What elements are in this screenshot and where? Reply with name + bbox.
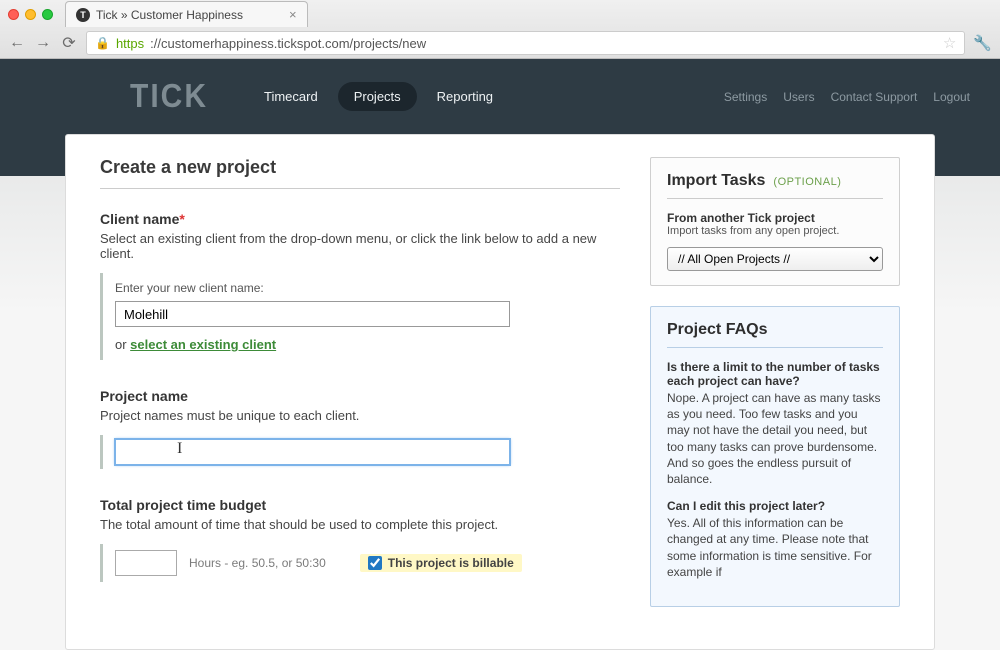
nav-settings[interactable]: Settings [724,90,767,104]
wrench-icon[interactable]: 🔧 [973,34,992,52]
faq-q1: Is there a limit to the number of tasks … [667,360,883,388]
minimize-window-icon[interactable] [25,9,36,20]
zoom-window-icon[interactable] [42,9,53,20]
budget-hint: Hours - eg. 50.5, or 50:30 [189,556,326,570]
faq-title: Project FAQs [667,321,883,348]
client-or-line: or select an existing client [115,337,620,352]
url-protocol: https [116,36,144,51]
url-path: ://customerhappiness.tickspot.com/projec… [150,36,426,51]
client-name-helper: Select an existing client from the drop-… [100,231,620,261]
import-tasks-title: Import Tasks [667,172,765,190]
browser-titlebar: T Tick » Customer Happiness × [0,0,1000,28]
main-nav: Timecard Projects Reporting [248,82,509,111]
forward-icon[interactable]: → [34,34,52,52]
project-name-label: Project name [100,388,620,404]
nav-reporting[interactable]: Reporting [421,82,509,111]
import-tasks-box: Import Tasks (OPTIONAL) From another Tic… [650,157,900,286]
faq-q2: Can I edit this project later? [667,499,883,513]
budget-helper: The total amount of time that should be … [100,517,620,532]
optional-badge: (OPTIONAL) [773,176,841,188]
select-existing-client-link[interactable]: select an existing client [130,337,276,352]
reload-icon[interactable]: ⟳ [60,33,78,53]
project-name-section: Project name Project names must be uniqu… [100,388,620,469]
import-project-select[interactable]: // All Open Projects // [667,247,883,271]
billable-group: This project is billable [360,554,522,572]
budget-section: Total project time budget The total amou… [100,497,620,582]
page-title: Create a new project [100,157,620,189]
faq-a1: Nope. A project can have as many tasks a… [667,390,883,487]
billable-checkbox[interactable] [368,556,382,570]
client-name-input[interactable] [115,301,510,327]
lock-icon: 🔒 [95,36,110,50]
browser-chrome: T Tick » Customer Happiness × ← → ⟳ 🔒 ht… [0,0,1000,59]
browser-tab[interactable]: T Tick » Customer Happiness × [65,1,308,27]
client-name-label: Client name* [100,211,620,227]
client-input-hint: Enter your new client name: [115,281,620,295]
utility-nav: Settings Users Contact Support Logout [724,90,970,104]
window-controls [8,9,53,20]
project-name-input[interactable] [115,439,510,465]
page-card: Create a new project Client name* Select… [65,134,935,650]
project-name-helper: Project names must be unique to each cli… [100,408,620,423]
logo[interactable]: TICK [130,78,208,115]
nav-logout[interactable]: Logout [933,90,970,104]
faq-a2: Yes. All of this information can be chan… [667,515,883,580]
browser-toolbar: ← → ⟳ 🔒 https ://customerhappiness.ticksp… [0,28,1000,58]
bookmark-star-icon[interactable]: ☆ [943,34,956,52]
client-input-group: Enter your new client name: or select an… [100,273,620,360]
side-column: Import Tasks (OPTIONAL) From another Tic… [650,157,900,627]
main-column: Create a new project Client name* Select… [100,157,620,627]
billable-label: This project is billable [388,556,514,570]
client-name-section: Client name* Select an existing client f… [100,211,620,360]
nav-timecard[interactable]: Timecard [248,82,334,111]
favicon-icon: T [76,8,90,22]
app-header: TICK Timecard Projects Reporting Setting… [0,59,1000,134]
project-faqs-box: Project FAQs Is there a limit to the num… [650,306,900,607]
budget-hours-input[interactable] [115,550,177,576]
nav-users[interactable]: Users [783,90,814,104]
nav-contact-support[interactable]: Contact Support [831,90,918,104]
nav-projects[interactable]: Projects [338,82,417,111]
address-bar[interactable]: 🔒 https ://customerhappiness.tickspot.com… [86,31,965,55]
import-subheading: From another Tick project [667,211,883,225]
budget-label: Total project time budget [100,497,620,513]
tab-title: Tick » Customer Happiness [96,8,243,22]
page-background: Create a new project Client name* Select… [0,134,1000,650]
close-window-icon[interactable] [8,9,19,20]
text-cursor-icon: I [177,440,182,458]
close-tab-icon[interactable]: × [289,7,297,22]
import-subtext: Import tasks from any open project. [667,225,883,237]
back-icon[interactable]: ← [8,34,26,52]
